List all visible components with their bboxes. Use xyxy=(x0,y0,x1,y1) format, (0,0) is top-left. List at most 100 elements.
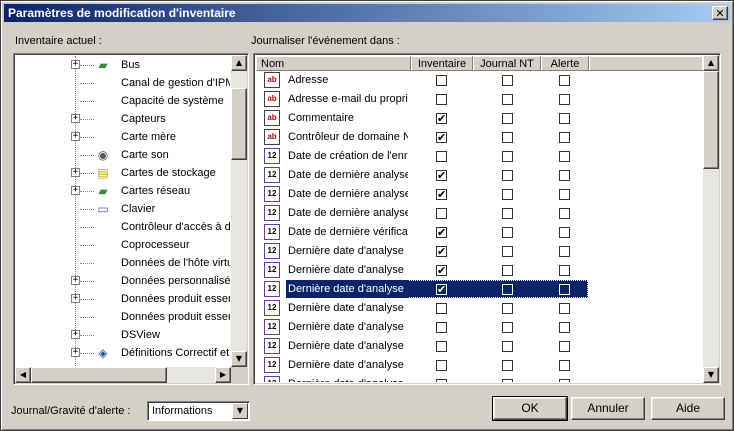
alert-checkbox[interactable] xyxy=(559,151,570,162)
nt-log-checkbox[interactable] xyxy=(502,246,513,257)
table-row[interactable]: 12 Dernière date d'analyse xyxy=(256,356,702,375)
nt-log-checkbox[interactable] xyxy=(502,379,513,382)
table-row[interactable]: 12 Date de dernière analyse xyxy=(256,204,702,223)
inventory-checkbox[interactable] xyxy=(436,151,447,162)
inventory-checkbox[interactable]: ✔ xyxy=(436,189,447,200)
table-row[interactable]: 12 Dernière date d'analyse xyxy=(256,299,702,318)
nt-log-checkbox[interactable] xyxy=(502,132,513,143)
tree-item[interactable]: Données produit essentielles xyxy=(16,308,230,326)
alert-checkbox[interactable] xyxy=(559,189,570,200)
tree-item[interactable]: Canal de gestion d'IPMI xyxy=(16,74,230,92)
tree-item[interactable]: + Données produit essentielles xyxy=(16,290,230,308)
scroll-thumb[interactable] xyxy=(703,71,719,169)
table-row[interactable]: 12 Dernière date d'analyse ✔ xyxy=(256,280,702,299)
inventory-checkbox[interactable]: ✔ xyxy=(436,284,447,295)
nt-log-checkbox[interactable] xyxy=(502,94,513,105)
scroll-thumb[interactable] xyxy=(231,88,247,160)
expand-icon[interactable]: + xyxy=(71,186,80,195)
nt-log-checkbox[interactable] xyxy=(502,75,513,86)
inventory-checkbox[interactable] xyxy=(436,75,447,86)
nt-log-checkbox[interactable] xyxy=(502,284,513,295)
inventory-checkbox[interactable]: ✔ xyxy=(436,246,447,257)
tree-item[interactable]: Données de l'hôte virtuel xyxy=(16,254,230,272)
tree-item[interactable]: + ▰ Cartes réseau xyxy=(16,182,230,200)
nt-log-checkbox[interactable] xyxy=(502,151,513,162)
tree-item[interactable]: ◈ Définitions Correctif xyxy=(16,362,230,366)
alert-checkbox[interactable] xyxy=(559,227,570,238)
scroll-up-icon[interactable]: ▲ xyxy=(231,55,247,71)
table-row[interactable]: ab Adresse xyxy=(256,71,702,90)
nt-log-checkbox[interactable] xyxy=(502,265,513,276)
close-icon[interactable]: ✕ xyxy=(712,6,728,20)
tree-item[interactable]: Coprocesseur xyxy=(16,236,230,254)
scroll-thumb[interactable] xyxy=(31,367,167,383)
scroll-up-icon[interactable]: ▲ xyxy=(703,55,719,71)
inventory-checkbox[interactable] xyxy=(436,322,447,333)
tree-item[interactable]: + Carte mère xyxy=(16,128,230,146)
table-row[interactable]: 12 Date de dernière vérification ✔ xyxy=(256,223,702,242)
tree-item[interactable]: + ▤ Cartes de stockage xyxy=(16,164,230,182)
alert-checkbox[interactable] xyxy=(559,360,570,371)
inventory-checkbox[interactable] xyxy=(436,360,447,371)
tree-item[interactable]: ▭ Clavier xyxy=(16,200,230,218)
nt-log-checkbox[interactable] xyxy=(502,208,513,219)
inventory-checkbox[interactable] xyxy=(436,341,447,352)
inventory-checkbox[interactable] xyxy=(436,379,447,382)
inventory-checkbox[interactable] xyxy=(436,94,447,105)
alert-checkbox[interactable] xyxy=(559,170,570,181)
table-row[interactable]: 12 Date de création de l'enregistrement xyxy=(256,147,702,166)
expand-icon[interactable]: + xyxy=(71,330,80,339)
tree-item[interactable]: + ◈ Définitions Correctif et conformité xyxy=(16,344,230,362)
scroll-right-icon[interactable]: ▶ xyxy=(215,367,231,383)
inventory-checkbox[interactable]: ✔ xyxy=(436,132,447,143)
tree-item[interactable]: + ▰ Bus xyxy=(16,56,230,74)
table-row[interactable]: 12 Dernière date d'analyse xyxy=(256,375,702,382)
grid-vertical-scrollbar[interactable]: ▲ ▼ xyxy=(703,55,719,383)
nt-log-checkbox[interactable] xyxy=(502,322,513,333)
alert-checkbox[interactable] xyxy=(559,303,570,314)
column-header-name[interactable]: Nom xyxy=(256,56,411,71)
chevron-down-icon[interactable]: ▼ xyxy=(232,403,248,419)
tree-item[interactable]: + DSView xyxy=(16,326,230,344)
alert-checkbox[interactable] xyxy=(559,322,570,333)
expand-icon[interactable]: + xyxy=(71,294,80,303)
severity-dropdown[interactable]: Informations ▼ xyxy=(147,401,250,421)
expand-icon[interactable]: + xyxy=(71,114,80,123)
table-row[interactable]: ab Commentaire ✔ xyxy=(256,109,702,128)
tree-item[interactable]: + Capteurs xyxy=(16,110,230,128)
alert-checkbox[interactable] xyxy=(559,113,570,124)
inventory-checkbox[interactable]: ✔ xyxy=(436,265,447,276)
alert-checkbox[interactable] xyxy=(559,208,570,219)
nt-log-checkbox[interactable] xyxy=(502,189,513,200)
scroll-down-icon[interactable]: ▼ xyxy=(703,367,719,383)
table-row[interactable]: ab Adresse e-mail du propriétaire xyxy=(256,90,702,109)
column-header-inventory[interactable]: Inventaire xyxy=(411,56,473,71)
table-row[interactable]: ab Contrôleur de domaine NT ✔ xyxy=(256,128,702,147)
tree-item[interactable]: + Données personnalisées xyxy=(16,272,230,290)
table-row[interactable]: 12 Date de dernière analyse ✔ xyxy=(256,166,702,185)
scroll-left-icon[interactable]: ◀ xyxy=(15,367,31,383)
table-row[interactable]: 12 Date de dernière analyse ✔ xyxy=(256,185,702,204)
inventory-tree[interactable]: + ▰ Bus Canal de gestion d'IPMI Capacité de … xyxy=(13,53,249,385)
nt-log-checkbox[interactable] xyxy=(502,341,513,352)
expand-icon[interactable]: + xyxy=(71,60,80,69)
column-header-alert[interactable]: Alerte xyxy=(541,56,589,71)
alert-checkbox[interactable] xyxy=(559,265,570,276)
nt-log-checkbox[interactable] xyxy=(502,170,513,181)
alert-checkbox[interactable] xyxy=(559,132,570,143)
table-row[interactable]: 12 Dernière date d'analyse ✔ xyxy=(256,261,702,280)
alert-checkbox[interactable] xyxy=(559,246,570,257)
table-row[interactable]: 12 Dernière date d'analyse xyxy=(256,318,702,337)
column-header-nt-log[interactable]: Journal NT xyxy=(473,56,541,71)
tree-item[interactable]: Capacité de système xyxy=(16,92,230,110)
scroll-down-icon[interactable]: ▼ xyxy=(231,351,247,367)
nt-log-checkbox[interactable] xyxy=(502,113,513,124)
expand-icon[interactable]: + xyxy=(71,348,80,357)
tree-item[interactable]: Contrôleur d'accès à distance xyxy=(16,218,230,236)
ok-button[interactable]: OK xyxy=(492,396,568,421)
event-grid[interactable]: Nom Inventaire Journal NT Alerte ab Adres… xyxy=(253,53,721,385)
alert-checkbox[interactable] xyxy=(559,341,570,352)
table-row[interactable]: 12 Dernière date d'analyse ✔ xyxy=(256,242,702,261)
alert-checkbox[interactable] xyxy=(559,94,570,105)
alert-checkbox[interactable] xyxy=(559,379,570,382)
